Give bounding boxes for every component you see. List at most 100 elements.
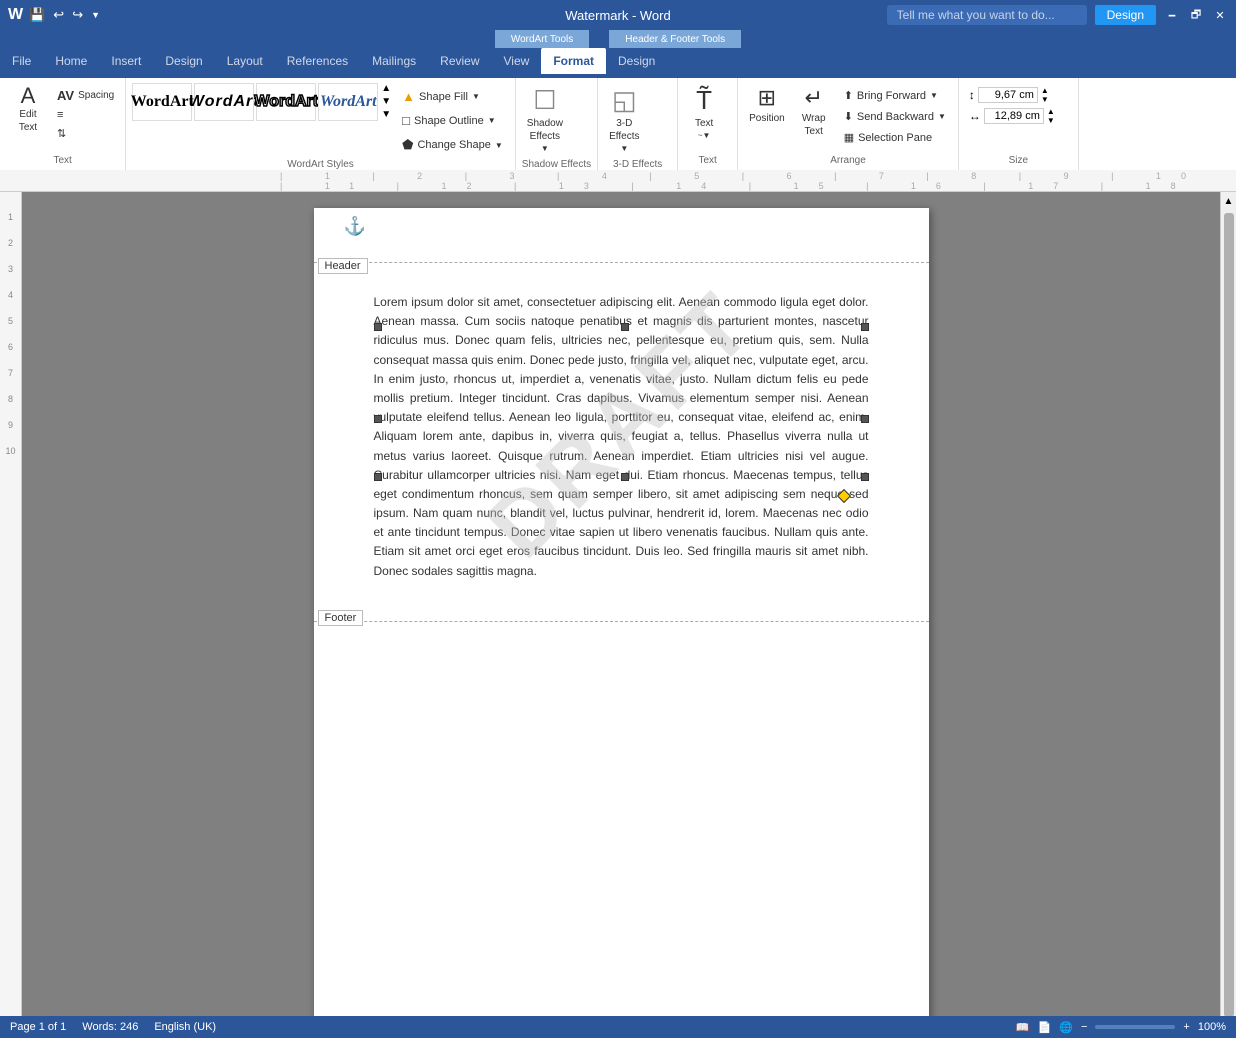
header-footer-tools-label: Header & Footer Tools — [609, 30, 741, 48]
close-btn[interactable]: ✕ — [1212, 7, 1228, 23]
wordart-styles-group: WordArt WordArt WordArt WordArt ▲ ▼ ▼ — [126, 78, 516, 170]
qa-dropdown-btn[interactable]: ▼ — [89, 8, 102, 22]
edit-text-icon: A — [21, 85, 36, 107]
share-button[interactable]: Design — [1095, 5, 1156, 25]
shadow-effects-line2: Effects — [530, 131, 560, 142]
tab-view[interactable]: View — [492, 48, 542, 74]
zoom-in-btn[interactable]: + — [1183, 1021, 1189, 1033]
size-group: ↕ ▲ ▼ ↔ ▲ ▼ — [959, 78, 1079, 170]
height-down-btn[interactable]: ▼ — [1041, 95, 1049, 104]
wordart-tools-label: WordArt Tools — [495, 30, 589, 48]
tab-format[interactable]: Format — [541, 48, 606, 74]
tab-mailings[interactable]: Mailings — [360, 48, 428, 74]
change-shape-icon: ⬟ — [402, 137, 413, 153]
scroll-thumb[interactable] — [1224, 213, 1234, 1017]
app-body: 12345678910 ⚓ Header DRAFT — [0, 192, 1236, 1038]
height-up-btn[interactable]: ▲ — [1041, 86, 1049, 95]
size-group-label: Size — [965, 152, 1072, 168]
save-btn[interactable]: 💾 — [27, 5, 47, 25]
width-up-btn[interactable]: ▲ — [1047, 107, 1055, 116]
shadow-effects-button[interactable]: ☐ Shadow Effects ▼ — [522, 82, 568, 156]
width-row: ↔ ▲ ▼ — [969, 107, 1055, 125]
horizontal-ruler: | 1 | 2 | 3 | 4 | 5 | 6 | 7 | 8 | 9 | 10… — [0, 170, 1236, 192]
av-spacing-label: Spacing — [78, 90, 114, 101]
wordart-style-4[interactable]: WordArt — [318, 83, 378, 121]
vertical-ruler: 12345678910 — [0, 192, 22, 1038]
restore-btn[interactable]: 🗗 — [1188, 7, 1204, 23]
shadow-effects-icon: ☐ — [533, 85, 556, 116]
wordart-gallery: WordArt WordArt WordArt WordArt — [132, 83, 378, 121]
help-search-input[interactable] — [887, 5, 1087, 25]
gallery-expand-arrow[interactable]: ▼ — [380, 108, 392, 121]
shape-outline-button[interactable]: □ Shape Outline ▼ — [396, 110, 509, 131]
wordart-style-3[interactable]: WordArt — [256, 83, 316, 121]
body-text: Lorem ipsum dolor sit amet, consectetuer… — [374, 293, 869, 581]
height-input[interactable] — [978, 87, 1038, 103]
shadow-effects-content: ☐ Shadow Effects ▼ — [522, 82, 591, 156]
size-group-content: ↕ ▲ ▼ ↔ ▲ ▼ — [965, 82, 1072, 152]
vertical-scrollbar[interactable]: ▲ ▼ — [1220, 192, 1236, 1038]
text-direction-btn[interactable]: ⇅ — [52, 125, 119, 142]
text-group-label: Text — [6, 152, 119, 168]
wrap-text-icon: ↵ — [804, 85, 822, 111]
tab-layout[interactable]: Layout — [215, 48, 275, 74]
redo-btn[interactable]: ↪ — [70, 5, 85, 25]
tab-design2[interactable]: Design — [606, 48, 667, 74]
wordart-style-2[interactable]: WordArt — [194, 83, 254, 121]
3d-effects-content: ◱ 3-D Effects ▼ — [604, 82, 671, 156]
selection-pane-icon: ▦ — [844, 131, 854, 144]
bring-forward-arrow: ▼ — [930, 91, 938, 100]
shape-fill-arrow-icon: ▼ — [472, 92, 480, 101]
wordart-style-1[interactable]: WordArt — [132, 83, 192, 121]
quick-access-toolbar: W 💾 ↩ ↪ ▼ — [8, 5, 102, 25]
3d-effects-line2: Effects — [609, 131, 639, 142]
tab-file[interactable]: File — [0, 48, 43, 74]
footer-label[interactable]: Footer — [318, 610, 364, 626]
anchor-icon: ⚓ — [344, 216, 366, 237]
text-tilde-button[interactable]: T̃ Text ~▼ — [684, 82, 724, 143]
gallery-down-arrow[interactable]: ▼ — [380, 95, 392, 108]
text-align-btn[interactable]: ≡ — [52, 107, 119, 123]
scroll-up-btn[interactable]: ▲ — [1220, 192, 1236, 211]
bring-forward-button[interactable]: ⬆ Bring Forward ▼ — [838, 86, 952, 105]
selection-pane-button[interactable]: ▦ Selection Pane — [838, 128, 952, 147]
wordart-styles-content: WordArt WordArt WordArt WordArt ▲ ▼ ▼ — [132, 82, 509, 156]
word-icon: W — [8, 6, 23, 24]
zoom-slider[interactable] — [1095, 1025, 1175, 1029]
height-row: ↕ ▲ ▼ — [969, 86, 1055, 104]
minimize-btn[interactable]: 🗕 — [1164, 7, 1180, 23]
position-button[interactable]: ⊞ Position — [744, 82, 790, 127]
undo-btn[interactable]: ↩ — [51, 5, 66, 25]
status-bar: Page 1 of 1 Words: 246 English (UK) 📖 📄 … — [0, 1016, 1236, 1038]
3d-effects-line1: 3-D — [616, 118, 632, 129]
tab-home[interactable]: Home — [43, 48, 99, 74]
av-spacing-button[interactable]: AV Spacing — [52, 86, 119, 105]
zoom-out-btn[interactable]: − — [1081, 1021, 1087, 1033]
3d-effects-button[interactable]: ◱ 3-D Effects ▼ — [604, 82, 644, 156]
width-input[interactable] — [984, 108, 1044, 124]
tab-review[interactable]: Review — [428, 48, 491, 74]
wrap-text-line2: Text — [805, 126, 823, 137]
print-layout-btn[interactable]: 📄 — [1038, 1021, 1052, 1034]
tab-references[interactable]: References — [275, 48, 360, 74]
gallery-up-arrow[interactable]: ▲ — [380, 82, 392, 95]
size-inputs: ↕ ▲ ▼ ↔ ▲ ▼ — [965, 82, 1059, 129]
read-mode-btn[interactable]: 📖 — [1016, 1021, 1030, 1034]
gallery-scroll-arrows: ▲ ▼ ▼ — [380, 82, 392, 121]
shadow-arrow-icon: ▼ — [541, 144, 549, 153]
wrap-text-button[interactable]: ↵ Wrap Text — [794, 82, 834, 140]
tab-design[interactable]: Design — [153, 48, 214, 74]
text-tilde-arrow-icon: ~▼ — [698, 131, 711, 140]
width-icon: ↔ — [969, 109, 981, 123]
change-shape-button[interactable]: ⬟ Change Shape ▼ — [396, 134, 509, 156]
shape-fill-button[interactable]: ▲ Shape Fill ▼ — [396, 86, 509, 107]
send-backward-button[interactable]: ⬇ Send Backward ▼ — [838, 107, 952, 126]
shadow-effects-line1: Shadow — [527, 118, 563, 129]
tab-insert[interactable]: Insert — [99, 48, 153, 74]
document-page: ⚓ Header DRAFT — [314, 208, 929, 1038]
document-body: DRAFT Lorem ipsum dolor sit amet, consec… — [314, 263, 929, 601]
edit-text-button[interactable]: A Edit Text — [6, 82, 50, 136]
arrange-group: ⊞ Position ↵ Wrap Text ⬆ Bring Forward — [738, 78, 959, 170]
web-layout-btn[interactable]: 🌐 — [1059, 1021, 1073, 1034]
width-down-btn[interactable]: ▼ — [1047, 116, 1055, 125]
